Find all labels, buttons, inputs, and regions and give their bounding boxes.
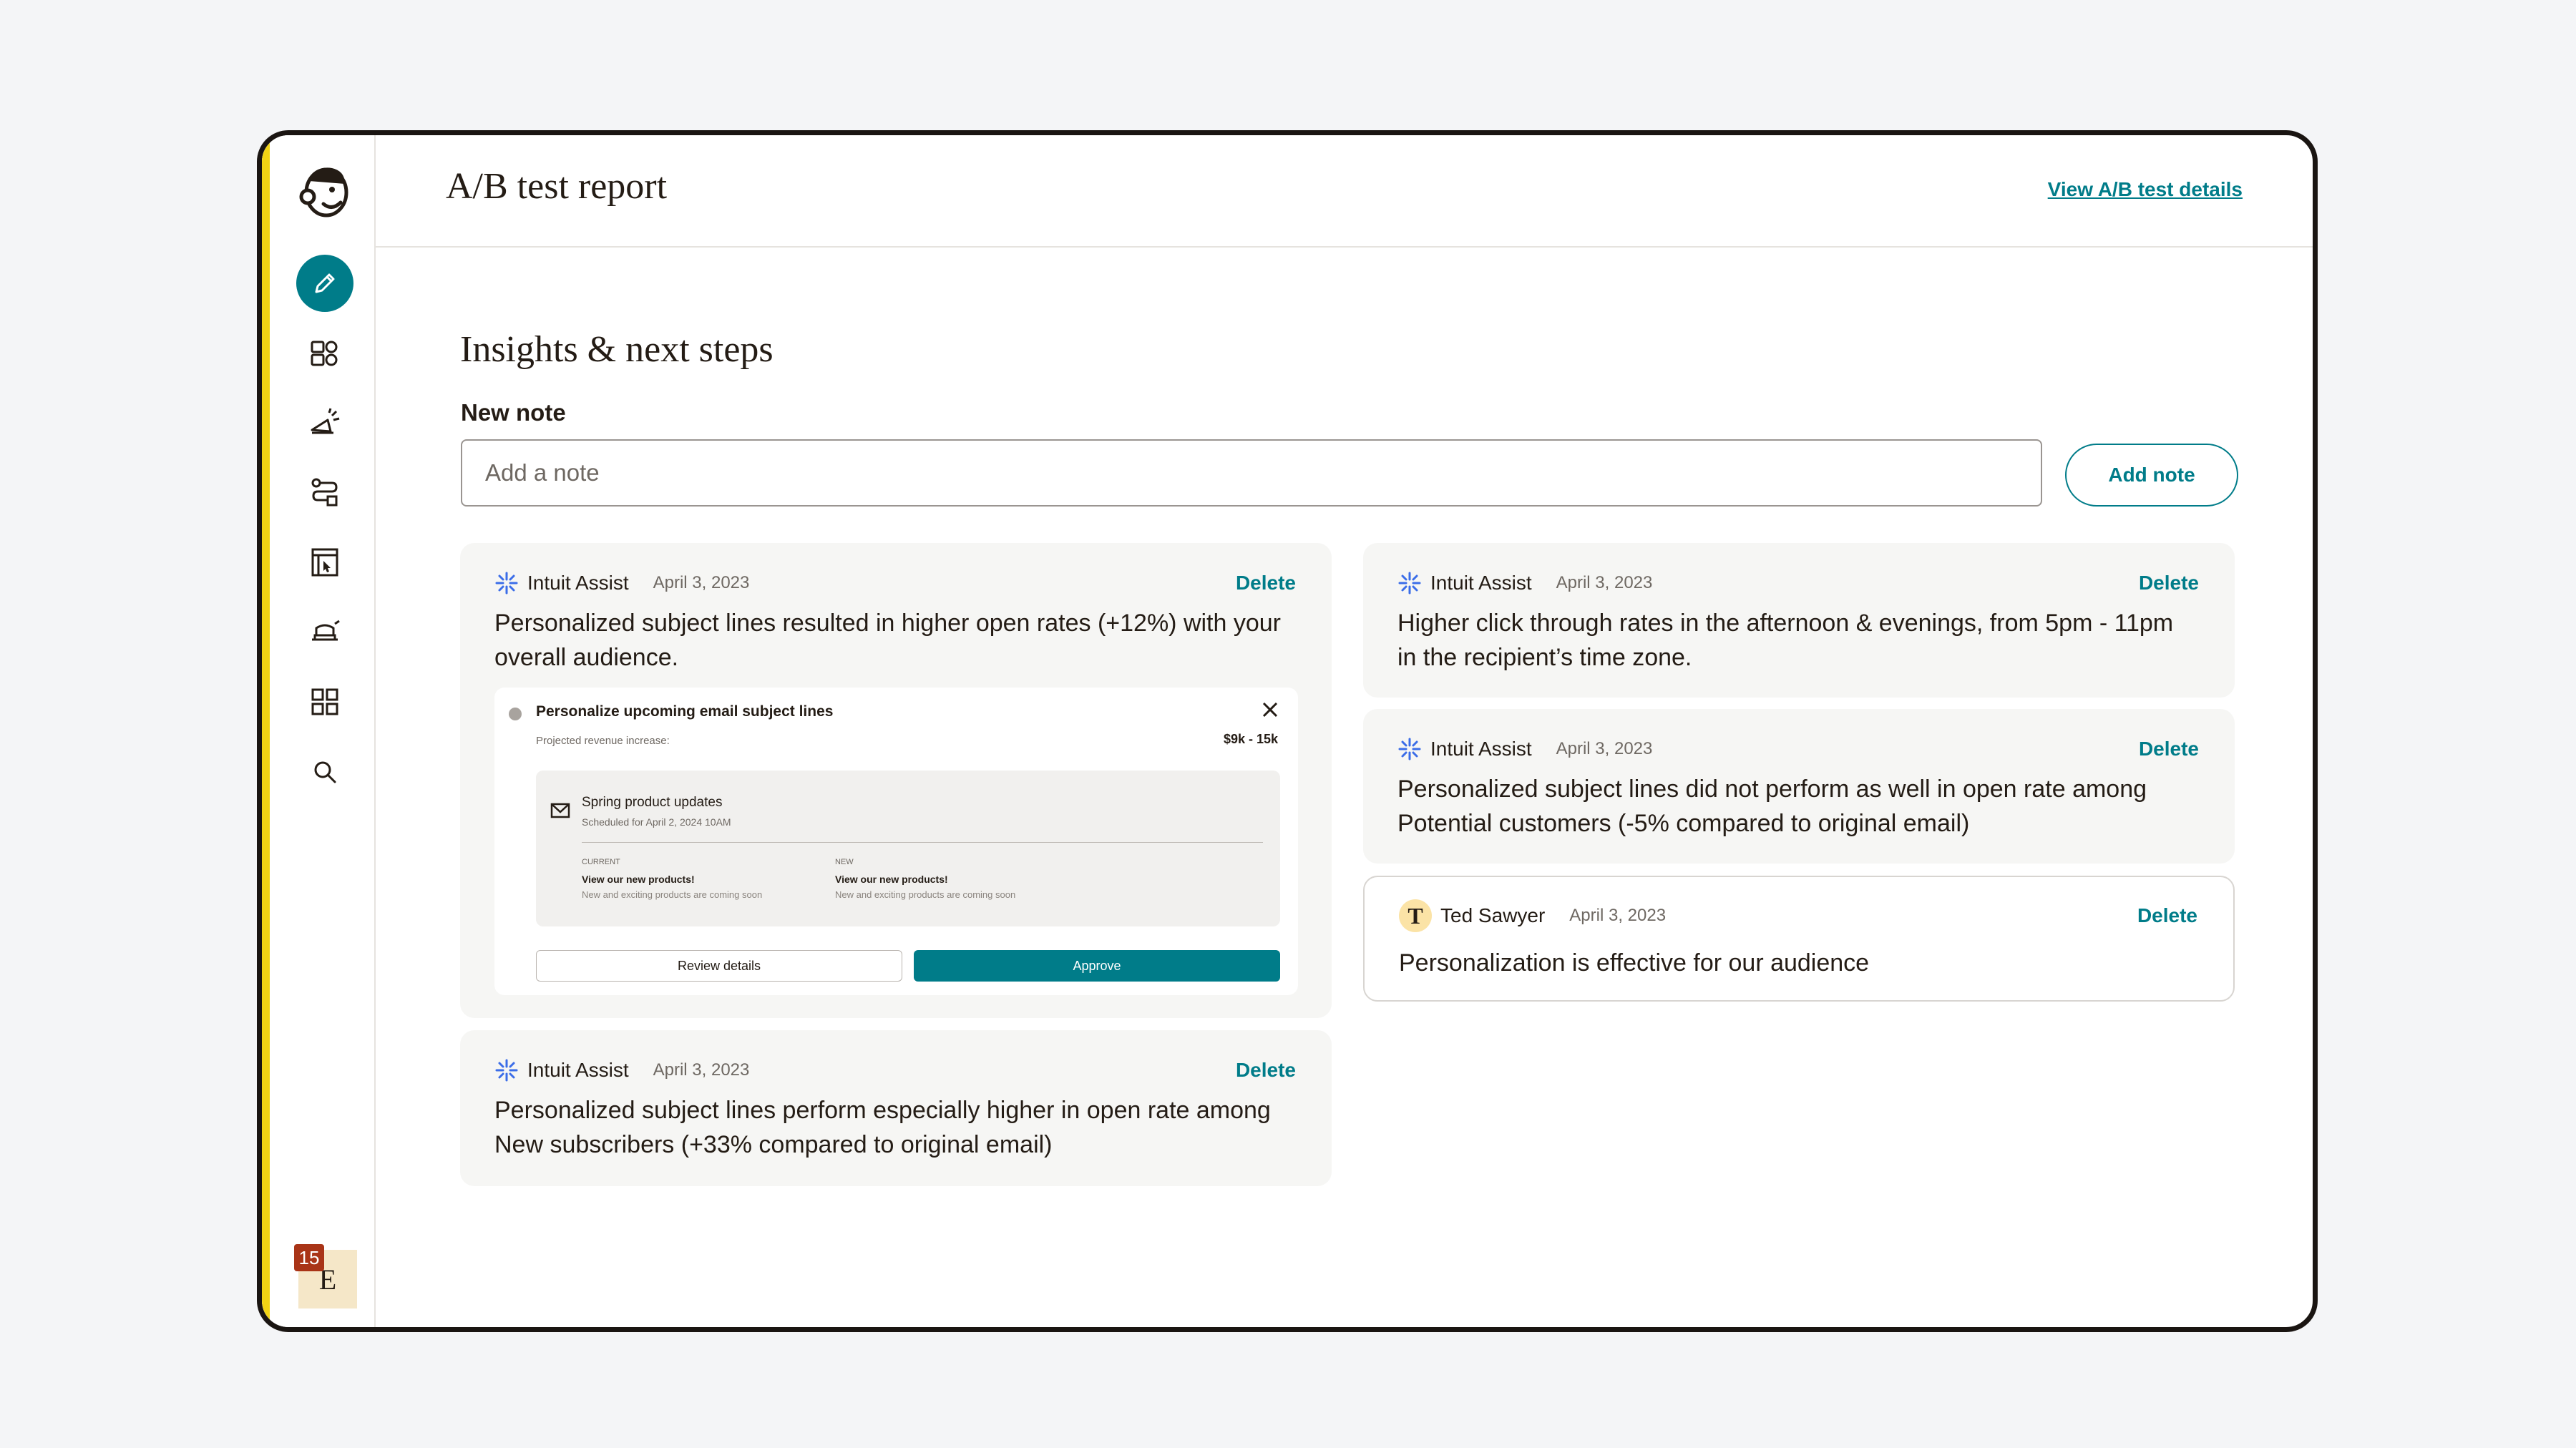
delete-button[interactable]: Delete [2139,738,2199,760]
card-date: April 3, 2023 [653,573,750,592]
sparkle-icon [1398,572,1421,595]
close-icon[interactable] [1259,699,1281,720]
create-nav-pencil[interactable] [296,255,353,312]
insight-card: Intuit Assist April 3, 2023 Delete Perso… [1363,709,2235,864]
card-text: Personalized subject lines did not perfo… [1397,776,2147,837]
card-date: April 3, 2023 [1556,739,1653,758]
card-header: Intuit Assist April 3, 2023 Delete [494,1056,1296,1085]
review-details-button[interactable]: Review details [536,950,902,982]
sidebar: E 15 [262,135,376,1327]
integrations-icon [312,620,340,641]
current-preview-text: New and exciting products are coming soo… [582,889,763,900]
sparkle-icon [495,572,518,595]
delete-button[interactable]: Delete [1236,572,1296,595]
user-note-card: T Ted Sawyer April 3, 2023 Delete Person… [1363,876,2235,1002]
note-input[interactable] [461,439,2042,507]
card-author: Intuit Assist [527,1059,629,1081]
card-date: April 3, 2023 [653,1060,750,1080]
divider [582,842,1263,843]
card-author: Intuit Assist [527,572,629,594]
card-header: Intuit Assist April 3, 2023 Delete [494,569,1296,597]
audience-icon [311,341,338,366]
app-window: E 15 A/B test report View A/B test detai… [257,130,2318,1332]
preview-title: Personalize upcoming email subject lines [536,703,834,720]
delete-button[interactable]: Delete [2137,904,2197,927]
delete-button[interactable]: Delete [2139,572,2199,595]
add-note-button[interactable]: Add note [2065,444,2238,507]
insight-card: Intuit Assist April 3, 2023 Delete Perso… [460,543,1332,1018]
page-header: A/B test report View A/B test details [376,135,2313,248]
campaign-summary: Spring product updates Scheduled for Apr… [536,771,1280,926]
nav-website[interactable] [296,534,353,591]
new-note-label: New note [461,399,566,426]
view-ab-test-details-link[interactable]: View A/B test details [2048,178,2243,201]
nav-audience[interactable] [296,325,353,382]
page-title: A/B test report [446,166,668,207]
delete-button[interactable]: Delete [1236,1059,1296,1082]
pencil-icon [315,273,335,293]
card-text: Higher click through rates in the aftern… [1397,610,2174,671]
new-preview-text: New and exciting products are coming soo… [835,889,1016,900]
insight-card: Intuit Assist April 3, 2023 Delete Perso… [460,1030,1332,1186]
status-dot [509,708,522,720]
megaphone-icon [311,408,340,434]
card-author: Ted Sawyer [1440,904,1546,926]
approve-button[interactable]: Approve [914,950,1280,982]
nav-apps[interactable] [296,673,353,730]
nav-automations[interactable] [296,464,353,522]
sparkle-icon [495,1059,518,1082]
apps-grid-icon [311,688,338,715]
notification-badge: 15 [294,1244,324,1271]
nav-integrations[interactable] [296,604,353,661]
website-icon [311,548,338,577]
new-subject: View our new products! [835,874,948,885]
card-header: Intuit Assist April 3, 2023 Delete [1397,735,2199,763]
search-icon [314,761,336,783]
insight-card: Intuit Assist April 3, 2023 Delete Highe… [1363,543,2235,698]
author-avatar: T [1399,899,1432,932]
campaign-name: Spring product updates [582,795,723,810]
current-subject: View our new products! [582,874,695,885]
suggestion-preview: Personalize upcoming email subject lines… [494,688,1298,995]
card-author: Intuit Assist [1430,738,1532,760]
card-text: Personalized subject lines perform espec… [494,1097,1271,1158]
current-label: CURRENT [582,858,620,866]
new-label: NEW [835,858,854,866]
sparkle-icon [1398,738,1421,760]
nav-search[interactable] [296,743,353,801]
mailchimp-logo[interactable] [295,160,355,220]
card-author: Intuit Assist [1430,572,1532,594]
revenue-range: $9k - 15k [1223,732,1278,746]
card-text: Personalized subject lines resulted in h… [494,610,1281,671]
card-header: T Ted Sawyer April 3, 2023 Delete [1399,899,2197,932]
automation-icon [311,478,338,507]
card-header: Intuit Assist April 3, 2023 Delete [1397,569,2199,597]
card-date: April 3, 2023 [1556,573,1653,592]
card-text: Personalization is effective for our aud… [1399,949,1870,977]
preview-subtitle: Projected revenue increase: [536,735,670,747]
section-title: Insights & next steps [460,329,774,370]
nav-campaigns[interactable] [296,394,353,451]
card-date: April 3, 2023 [1569,906,1667,925]
envelope-icon [550,803,570,818]
campaign-schedule: Scheduled for April 2, 2024 10AM [582,816,731,828]
